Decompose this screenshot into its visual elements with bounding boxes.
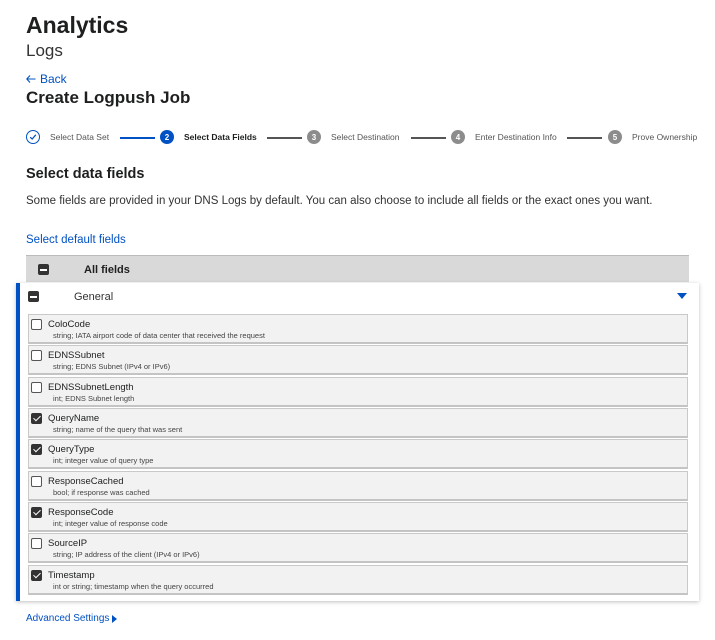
page-subtitle: Logs (26, 41, 63, 60)
field-row-queryname[interactable]: QueryName string; name of the query that… (28, 408, 688, 439)
advanced-settings-label: Advanced Settings (26, 613, 110, 624)
field-description: string; name of the query that was sent (53, 425, 183, 435)
field-checkbox[interactable] (31, 319, 42, 330)
job-title: Create Logpush Job (26, 88, 191, 107)
field-row-timestamp[interactable]: Timestamp int or string; timestamp when … (28, 564, 688, 595)
caret-right-icon (112, 614, 118, 623)
step-5-label: Prove Ownership (632, 132, 698, 142)
field-row-colocode[interactable]: ColoCode string; IATA airport code of da… (28, 314, 688, 344)
field-description: int or string; timestamp when the query … (53, 581, 214, 591)
arrow-left-icon (26, 75, 36, 83)
field-description: int; integer value of query type (53, 456, 154, 466)
field-name: ResponseCode (48, 507, 114, 519)
step-connector (411, 137, 446, 139)
back-link[interactable]: Back (26, 72, 67, 86)
section-description: Some fields are provided in your DNS Log… (26, 195, 653, 207)
field-checkbox[interactable] (31, 413, 42, 425)
step-4-number: 4 (451, 130, 465, 144)
field-row-querytype[interactable]: QueryType int; integer value of query ty… (28, 439, 688, 470)
step-connector (120, 137, 155, 139)
field-name: EDNSSubnet (48, 350, 105, 362)
general-indeterminate-checkbox[interactable] (28, 291, 39, 302)
page-title: Analytics (26, 12, 129, 38)
select-default-fields-link[interactable]: Select default fields (26, 234, 126, 246)
field-description: bool; if response was cached (53, 487, 150, 497)
field-row-responsecode[interactable]: ResponseCode int; integer value of respo… (28, 502, 688, 533)
field-name: QueryName (48, 413, 100, 425)
step-connector (567, 137, 602, 139)
field-checkbox[interactable] (31, 507, 42, 519)
field-list: ColoCode string; IATA airport code of da… (28, 314, 688, 596)
step-1-check-icon (26, 130, 40, 144)
step-4-label: Enter Destination Info (475, 132, 557, 142)
step-2-number: 2 (160, 130, 174, 144)
all-fields-indeterminate-checkbox[interactable] (38, 264, 49, 275)
field-name: ResponseCached (48, 475, 124, 487)
step-2-label: Select Data Fields (184, 132, 257, 142)
all-fields-header: All fields (26, 255, 689, 282)
general-group-panel: General ColoCode string; IATA airport co… (16, 283, 699, 601)
field-name: QueryType (48, 444, 95, 456)
field-row-ednssubnetlength[interactable]: EDNSSubnetLength int; EDNS Subnet length (28, 376, 688, 407)
field-name: EDNSSubnetLength (48, 381, 134, 393)
step-3-label: Select Destination (331, 132, 400, 142)
field-row-sourceip[interactable]: SourceIP string; IP address of the clien… (28, 533, 688, 564)
back-link-label: Back (40, 72, 67, 86)
field-description: int; EDNS Subnet length (53, 393, 135, 403)
general-group-label: General (74, 291, 114, 303)
field-checkbox[interactable] (31, 569, 42, 581)
general-group-header[interactable]: General (20, 283, 699, 311)
all-fields-label: All fields (84, 264, 130, 276)
stepper: Select Data Set 2 Select Data Fields 3 S… (26, 128, 706, 146)
field-description: string; IP address of the client (IPv4 o… (53, 550, 200, 560)
step-1-label: Select Data Set (50, 132, 110, 142)
field-checkbox[interactable] (31, 444, 42, 456)
field-description: int; integer value of response code (53, 519, 168, 529)
field-name: Timestamp (48, 569, 95, 581)
advanced-settings-link[interactable]: Advanced Settings (26, 613, 118, 624)
field-row-responsecached[interactable]: ResponseCached bool; if response was cac… (28, 470, 688, 501)
field-checkbox[interactable] (31, 538, 42, 550)
field-description: string; EDNS Subnet (IPv4 or IPv6) (53, 362, 171, 372)
chevron-down-icon[interactable] (677, 293, 687, 299)
field-name: SourceIP (48, 538, 88, 550)
step-connector (267, 137, 302, 139)
step-3-number: 3 (307, 130, 321, 144)
field-checkbox[interactable] (31, 350, 42, 362)
field-row-ednssubnet[interactable]: EDNSSubnet string; EDNS Subnet (IPv4 or … (28, 345, 688, 376)
section-title: Select data fields (26, 166, 145, 182)
step-5-number: 5 (608, 130, 622, 144)
field-checkbox[interactable] (31, 475, 42, 487)
field-name: ColoCode (48, 319, 91, 330)
field-checkbox[interactable] (31, 381, 42, 393)
field-description: string; IATA airport code of data center… (53, 331, 265, 340)
